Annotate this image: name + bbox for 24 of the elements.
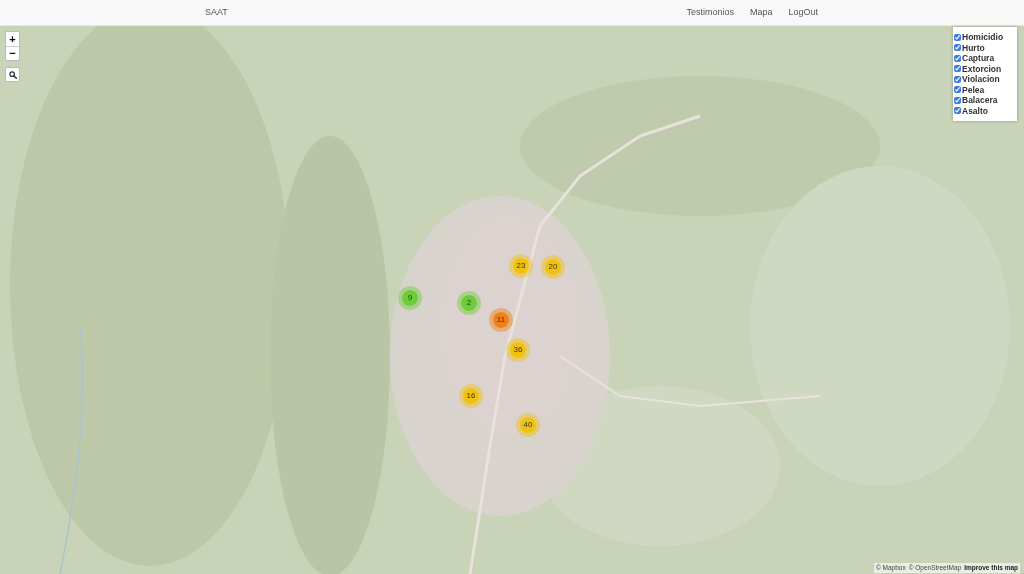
nav-link[interactable]: Mapa xyxy=(749,8,773,17)
layer-checkbox[interactable] xyxy=(954,65,961,73)
layer-label[interactable]: Balacera xyxy=(962,96,998,105)
layer-checkbox[interactable] xyxy=(954,107,961,115)
zoom-out-button[interactable]: − xyxy=(6,46,19,60)
layer-label[interactable]: Hurto xyxy=(962,43,985,52)
layer-checkbox[interactable] xyxy=(954,96,961,104)
layer-label[interactable]: Extorcion xyxy=(962,64,1002,73)
search-button[interactable] xyxy=(5,67,20,82)
nav-link[interactable]: LogOut xyxy=(788,8,818,17)
layer-label[interactable]: Homicidio xyxy=(962,33,1004,42)
layer-label[interactable]: Asalto xyxy=(962,106,988,115)
layer-checkbox[interactable] xyxy=(954,54,961,62)
layer-label[interactable]: Pelea xyxy=(962,85,985,94)
layer-label[interactable]: Violacion xyxy=(962,75,1000,84)
layer-checkbox[interactable] xyxy=(954,75,961,83)
layer-checkbox[interactable] xyxy=(954,44,961,52)
layer-label[interactable]: Captura xyxy=(962,54,995,63)
zoom-in-button[interactable]: + xyxy=(6,32,19,46)
nav-link[interactable]: Testimonios xyxy=(686,8,734,17)
brand-link[interactable]: SAAT xyxy=(205,8,228,17)
search-icon xyxy=(8,70,17,79)
layer-checkbox[interactable] xyxy=(954,86,961,94)
layer-checkbox[interactable] xyxy=(954,33,961,41)
